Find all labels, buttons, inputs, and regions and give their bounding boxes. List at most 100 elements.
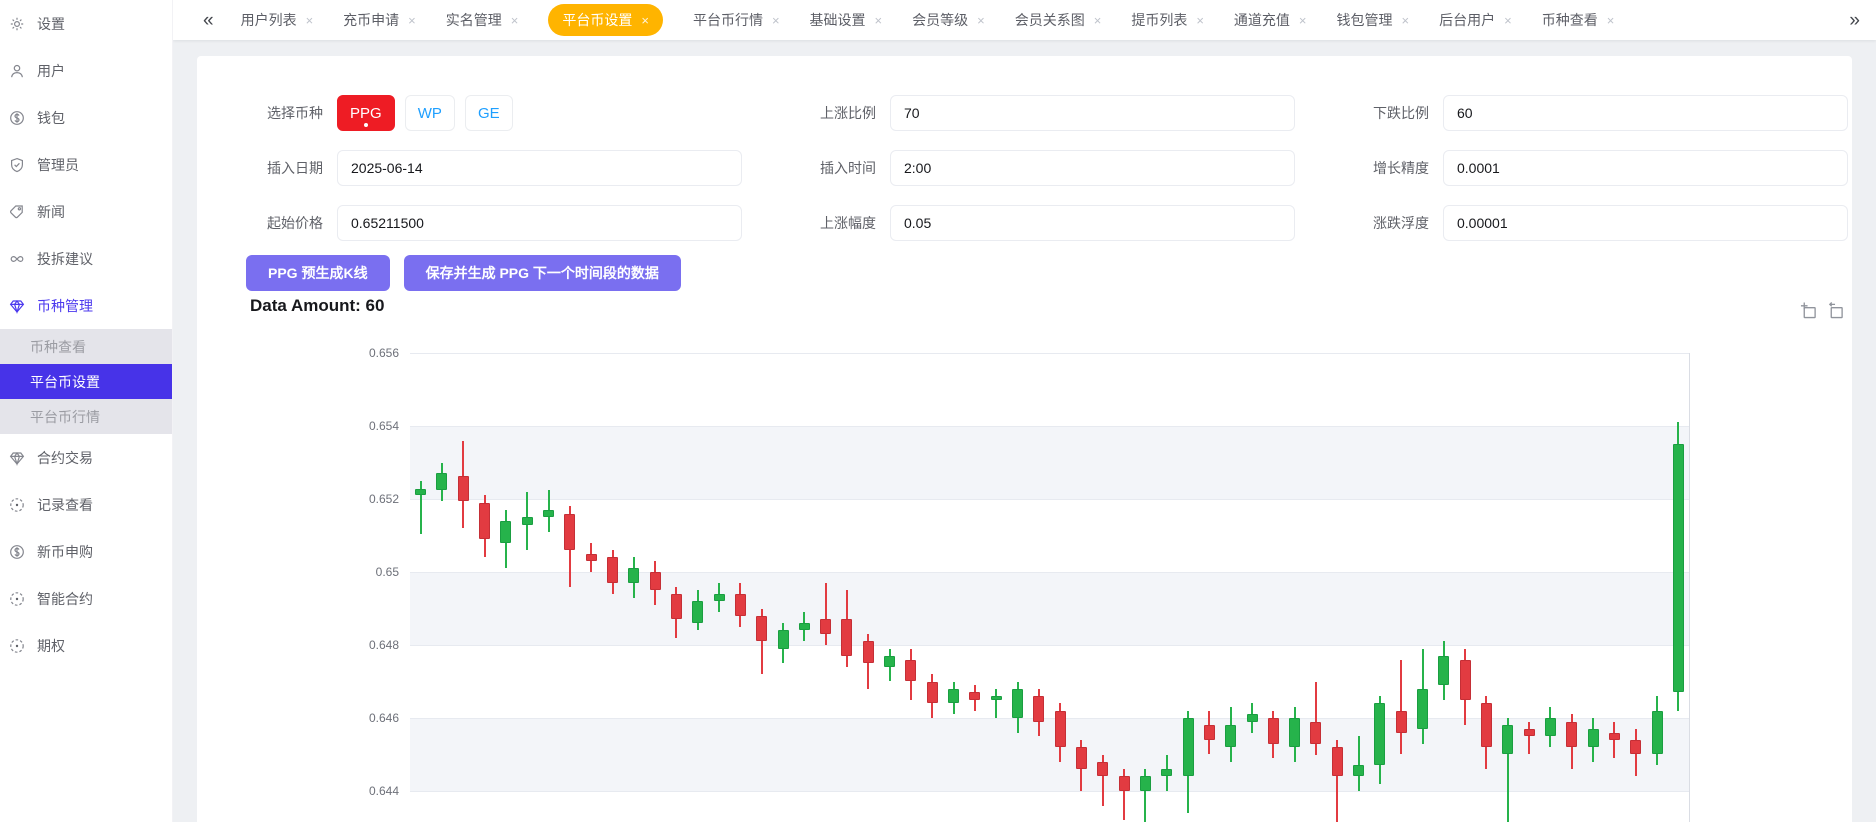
tab-close-icon[interactable]: × xyxy=(1607,13,1615,28)
tab-close-icon[interactable]: × xyxy=(772,13,780,28)
form-row: 插入日期 插入时间 增长精度 xyxy=(225,150,1848,186)
input-上涨比例[interactable] xyxy=(890,95,1295,131)
input-增长精度[interactable] xyxy=(1443,150,1848,186)
candle-body xyxy=(1544,718,1556,737)
tab-平台币设置[interactable]: 平台币设置 × xyxy=(548,4,663,36)
sidebar-item-新币申购[interactable]: 新币申购 xyxy=(0,528,172,575)
sidebar-item-label: 用户 xyxy=(37,62,65,79)
zoom-select-icon[interactable] xyxy=(1800,302,1817,319)
tab-币种查看[interactable]: 币种查看 × xyxy=(1542,10,1615,30)
tab-close-icon[interactable]: × xyxy=(1299,13,1307,28)
tab-close-icon[interactable]: × xyxy=(408,13,416,28)
sidebar-item-记录查看[interactable]: 记录查看 xyxy=(0,481,172,528)
candle-body xyxy=(1054,710,1066,748)
coin-option-WP[interactable]: WP xyxy=(404,95,455,131)
sidebar-subitem-平台币设置[interactable]: 平台币设置 xyxy=(0,364,172,399)
tab-提币列表[interactable]: 提币列表 × xyxy=(1131,10,1204,30)
dollar-icon xyxy=(10,110,24,125)
candle-body xyxy=(585,553,597,562)
shield-icon xyxy=(11,157,23,172)
tab-实名管理[interactable]: 实名管理 × xyxy=(446,10,519,30)
action-button[interactable]: PPG 预生成K线 xyxy=(246,255,390,291)
candle-body xyxy=(884,655,896,667)
input-插入日期[interactable] xyxy=(337,150,742,186)
input-涨跌浮度[interactable] xyxy=(1443,205,1848,241)
candle-body xyxy=(457,476,469,501)
action-button[interactable]: 保存并生成 PPG 下一个时间段的数据 xyxy=(403,255,681,291)
input-下跌比例[interactable] xyxy=(1443,95,1848,131)
candle-wick xyxy=(1314,681,1317,755)
y-gridline xyxy=(410,645,1689,646)
tab-close-icon[interactable]: × xyxy=(641,13,649,28)
tab-close-icon[interactable]: × xyxy=(306,13,314,28)
tab-平台币行情[interactable]: 平台币行情 × xyxy=(693,10,780,30)
tab-close-icon[interactable]: × xyxy=(1094,13,1102,28)
restore-icon[interactable] xyxy=(1827,302,1844,319)
candle-body xyxy=(1289,718,1301,748)
tab-会员关系图[interactable]: 会员关系图 × xyxy=(1015,10,1102,30)
tab-充币申请[interactable]: 充币申请 × xyxy=(343,10,416,30)
tab-close-icon[interactable]: × xyxy=(511,13,519,28)
sidebar-item-管理员[interactable]: 管理员 xyxy=(0,141,172,188)
tab-label: 后台用户 xyxy=(1439,12,1496,28)
tab-基础设置[interactable]: 基础设置 × xyxy=(810,10,883,30)
sidebar-item-label: 智能合约 xyxy=(37,590,93,607)
candle-body xyxy=(969,692,981,700)
tab-后台用户[interactable]: 后台用户 × xyxy=(1439,10,1512,30)
y-axis-tick-label: 0.652 xyxy=(368,492,399,506)
y-gridline xyxy=(410,426,1689,427)
tab-close-icon[interactable]: × xyxy=(1402,13,1410,28)
sidebar-item-智能合约[interactable]: 智能合约 xyxy=(0,575,172,622)
tab-close-icon[interactable]: × xyxy=(977,13,985,28)
sidebar-item-期权[interactable]: 期权 xyxy=(0,622,172,669)
input-起始价格[interactable] xyxy=(337,205,742,241)
candlestick-chart[interactable]: 0.656 0.654 0.652 0.65 0.648 0.646 0.644 xyxy=(197,346,1852,822)
sidebar-item-label: 设置 xyxy=(37,15,65,32)
y-gridline xyxy=(410,353,1689,354)
candle-body xyxy=(1012,688,1024,718)
coin-option-PPG[interactable]: PPG xyxy=(337,95,395,131)
candle-body xyxy=(734,593,746,616)
field-插入时间: 插入时间 xyxy=(778,150,1331,186)
candle-body xyxy=(1310,721,1322,744)
sidebar-subitem-平台币行情[interactable]: 平台币行情 xyxy=(0,399,172,434)
tab-close-icon[interactable]: × xyxy=(875,13,883,28)
sidebar-item-钱包[interactable]: 钱包 xyxy=(0,94,172,141)
tabs-scroll-right-button[interactable]: » xyxy=(1849,11,1860,30)
field-增长精度: 增长精度 xyxy=(1331,150,1848,186)
tag-icon xyxy=(9,204,23,218)
coin-option-GE[interactable]: GE xyxy=(464,95,513,131)
sidebar-item-投拆建议[interactable]: 投拆建议 xyxy=(0,235,172,282)
candle-body xyxy=(1523,728,1535,737)
field-label: 插入时间 xyxy=(820,160,876,176)
candle-body xyxy=(500,520,512,543)
tab-label: 会员关系图 xyxy=(1014,12,1085,28)
content-card: 选择币种 PPGWPGE 上涨比例 下跌比例插入日期 插入时间 增长精度起始价格 上涨幅度 涨… xyxy=(197,56,1852,822)
field-下跌比例: 下跌比例 xyxy=(1331,95,1848,131)
sidebar-item-label: 新币申购 xyxy=(37,543,93,560)
sidebar-subitem-币种查看[interactable]: 币种查看 xyxy=(0,329,172,364)
tabs-scroll-left-button[interactable]: « xyxy=(203,11,214,30)
tab-通道充值[interactable]: 通道充值 × xyxy=(1234,10,1307,30)
tab-close-icon[interactable]: × xyxy=(1196,13,1204,28)
candle-body xyxy=(1459,659,1471,700)
tab-close-icon[interactable]: × xyxy=(1504,13,1512,28)
tab-label: 充币申请 xyxy=(343,12,400,28)
input-插入时间[interactable] xyxy=(890,150,1295,186)
candle-body xyxy=(1353,765,1365,777)
sidebar-item-用户[interactable]: 用户 xyxy=(0,47,172,94)
sidebar-item-币种管理[interactable]: 币种管理 xyxy=(0,282,172,329)
candle-wick xyxy=(1528,721,1531,755)
y-gridline xyxy=(410,572,1689,573)
input-上涨幅度[interactable] xyxy=(890,205,1295,241)
tab-用户列表[interactable]: 用户列表 × xyxy=(241,10,314,30)
sidebar-item-设置[interactable]: 设置 xyxy=(0,0,172,47)
sidebar-item-新闻[interactable]: 新闻 xyxy=(0,188,172,235)
tab-钱包管理[interactable]: 钱包管理 × xyxy=(1337,10,1410,30)
sidebar-item-合约交易[interactable]: 合约交易 xyxy=(0,434,172,481)
tab-label: 通道充值 xyxy=(1233,12,1290,28)
candle-body xyxy=(436,472,448,490)
field-上涨比例: 上涨比例 xyxy=(778,95,1331,131)
tab-会员等级[interactable]: 会员等级 × xyxy=(912,10,985,30)
tab-label: 钱包管理 xyxy=(1336,12,1393,28)
